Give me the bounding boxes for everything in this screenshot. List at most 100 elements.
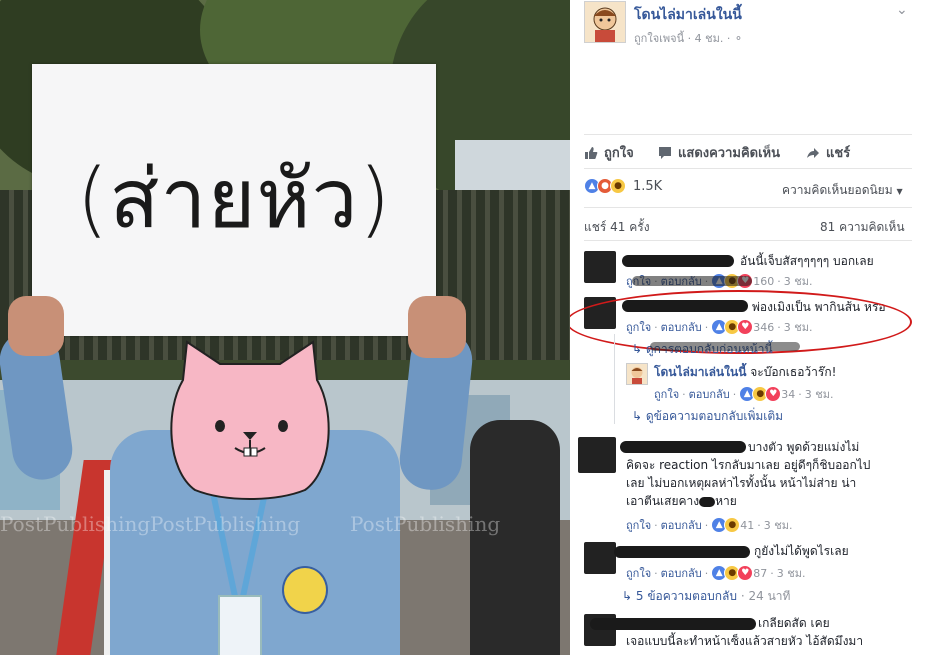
page-avatar[interactable]: [584, 1, 626, 43]
reaction-count: 41: [740, 518, 755, 532]
cartoon-avatar-icon: [627, 364, 647, 384]
reply-text: โดนไล่มาเล่นในนี้ จะบ๊อกเธอว้าร๊ก!: [654, 363, 836, 381]
reaction-count: 87: [753, 566, 768, 580]
reply-like-link[interactable]: ถูกใจ: [654, 385, 679, 403]
reaction-count: 160: [753, 274, 775, 288]
comment-line: เกลียดสัด เคย: [758, 616, 830, 630]
comment-like-link[interactable]: ถูกใจ: [626, 564, 651, 582]
replies-time: 24 นาที: [748, 589, 791, 603]
redaction-mark: [632, 276, 752, 286]
comment-line: เลย ไม่บอกเหตุผลห่าไรทั้งนั้น หน้าไม่ส่า…: [626, 476, 857, 490]
share-label: แชร์: [826, 146, 851, 161]
comment-text: เกลียดสัด เคย เจอแบบนี้ละทำหน้าเซ็งแล้วส…: [626, 614, 916, 650]
like-label: ถูกใจ: [604, 146, 634, 161]
globe-icon: ⚬: [733, 32, 744, 45]
reply-author[interactable]: โดนไล่มาเล่นในนี้: [654, 365, 746, 379]
divider: [584, 134, 912, 135]
like-button[interactable]: ถูกใจ: [584, 142, 634, 163]
reply-actions: ถูกใจ · ตอบกลับ · ▲ ● ♥ 34 · 3 ชม.: [654, 385, 833, 403]
comment-line: เอาตีนเสยคาง หาย: [626, 492, 906, 510]
divider: [584, 207, 912, 208]
redaction-mark: [699, 496, 716, 507]
watermark: PostPublishing: [150, 512, 301, 536]
comment-reply-link[interactable]: ตอบกลับ: [661, 516, 702, 534]
thumbs-up-icon: [585, 146, 598, 159]
liked-page-label[interactable]: ถูกใจเพจนี้: [634, 32, 684, 45]
share-count[interactable]: แชร์ 41 ครั้ง: [584, 218, 650, 237]
share-button[interactable]: แชร์: [806, 142, 850, 163]
page-name[interactable]: โดนไล่มาเล่นในนี้: [634, 4, 742, 26]
comment-time[interactable]: 3 ชม.: [784, 272, 813, 290]
redacted-name: [614, 546, 750, 558]
comment-icon: [659, 146, 671, 159]
post-time[interactable]: 4 ชม.: [695, 32, 724, 45]
post-meta: ถูกใจเพจนี้ · 4 ชม. · ⚬: [634, 29, 743, 47]
right-hand: [408, 296, 466, 358]
comment-time[interactable]: 3 ชม.: [777, 564, 806, 582]
separator: ·: [687, 32, 695, 45]
redacted-name: [622, 255, 734, 267]
shirt-emblem: [282, 566, 328, 614]
comment-time[interactable]: 3 ชม.: [764, 516, 793, 534]
comment-line: คิดจะ reaction ไรกลับมาเลย อยู่ดีๆก็ชิบอ…: [626, 458, 871, 472]
sign-text: (ส่ายหัว): [76, 152, 392, 247]
commenter-avatar[interactable]: [584, 251, 616, 283]
comment-fragment: หาย: [715, 494, 737, 508]
reaction-count: 1.5K: [633, 178, 663, 194]
comment-text: บางตัว พูดด้วยแม่งไม่ คิดจะ reaction ไรก…: [626, 438, 906, 510]
reaction-count: 34: [781, 387, 796, 401]
reaction-icons: ▲ ● ●: [584, 178, 626, 194]
divider: [584, 168, 912, 169]
comment-text: กูยังไม่ได้พูดไรเลย: [754, 544, 849, 558]
commenter-avatar[interactable]: [578, 437, 616, 473]
comment-line: เจอแบบนี้ละทำหน้าเซ็งแล้วสายหัว ไอ้สัดมึ…: [626, 634, 864, 648]
reply-time[interactable]: 3 ชม.: [805, 385, 834, 403]
watermark: PostPublishing: [350, 512, 501, 536]
reply-reply-link[interactable]: ตอบกลับ: [689, 385, 730, 403]
redaction-mark: [650, 342, 800, 351]
reply-avatar[interactable]: [626, 363, 648, 385]
sort-comments-dropdown[interactable]: ความคิดเห็นยอดนิยม ▼: [782, 181, 903, 200]
reply-body: จะบ๊อกเธอว้าร๊ก!: [750, 365, 837, 379]
sort-label: ความคิดเห็นยอดนิยม: [782, 183, 893, 197]
face-cover-sticker: [170, 340, 330, 500]
replies-count-label: 5 ข้อความตอบกลับ: [635, 589, 738, 603]
view-replies-link[interactable]: ↳ 5 ข้อความตอบกลับ · 24 นาที: [622, 587, 790, 606]
watermark: PostPublishing: [0, 512, 151, 536]
love-reaction-icon: ♥: [737, 565, 754, 581]
comment-count[interactable]: 81 ความคิดเห็น: [820, 218, 905, 237]
haha-reaction-icon: ●: [610, 178, 626, 194]
comment-like-link[interactable]: ถูกใจ: [626, 516, 651, 534]
more-replies-link[interactable]: ↳ ดูข้อความตอบกลับเพิ่มเติม: [632, 407, 783, 426]
comment-actions: ถูกใจ · ตอบกลับ · ▲ ● ♥ 87 · 3 ชม.: [626, 564, 805, 582]
commenter-avatar[interactable]: [584, 542, 616, 574]
reaction-icons: ▲●♥: [739, 386, 782, 402]
left-hand: [8, 296, 64, 356]
reply-arrow-icon: ↳: [632, 409, 643, 423]
protest-sign: (ส่ายหัว): [32, 64, 436, 336]
person-background: [470, 420, 560, 655]
reply-arrow-icon: ↳: [622, 589, 633, 603]
caret-down-icon: ▼: [896, 187, 903, 196]
divider: [584, 240, 912, 241]
reply-arrow-icon: ↳: [632, 342, 643, 356]
chevron-down-icon[interactable]: ⌄: [896, 2, 908, 18]
comment-line: บางตัว พูดด้วยแม่งไม่: [748, 440, 860, 454]
comment-button[interactable]: แสดงความคิดเห็น: [658, 142, 780, 163]
separator: ·: [726, 32, 734, 45]
comment-text: อันนี้เจ็บสัสๆๆๆๆๆ บอกเลย: [740, 254, 874, 268]
share-icon: [807, 147, 819, 158]
reaction-icons: ▲ ●: [711, 517, 741, 533]
comment-reply-link[interactable]: ตอบกลับ: [661, 564, 702, 582]
reaction-summary[interactable]: ▲ ● ● 1.5K: [584, 178, 662, 194]
reaction-icons: ▲●♥: [711, 565, 754, 581]
love-reaction-icon: ♥: [765, 386, 782, 402]
more-replies-label: ดูข้อความตอบกลับเพิ่มเติม: [645, 409, 784, 423]
comment-actions: ถูกใจ · ตอบกลับ · ▲ ● 41 · 3 ชม.: [626, 516, 792, 534]
cartoon-avatar-icon: [585, 2, 625, 42]
comment-fragment: เอาตีนเสยคาง: [626, 494, 700, 508]
post-panel: โดนไล่มาเล่นในนี้ ถูกใจเพจนี้ · 4 ชม. · …: [570, 0, 925, 655]
id-badge: [218, 595, 262, 655]
comment-label: แสดงความคิดเห็น: [678, 146, 781, 161]
post-photo[interactable]: (ส่ายหัว) PostPublishing PostPublishing …: [0, 0, 570, 655]
